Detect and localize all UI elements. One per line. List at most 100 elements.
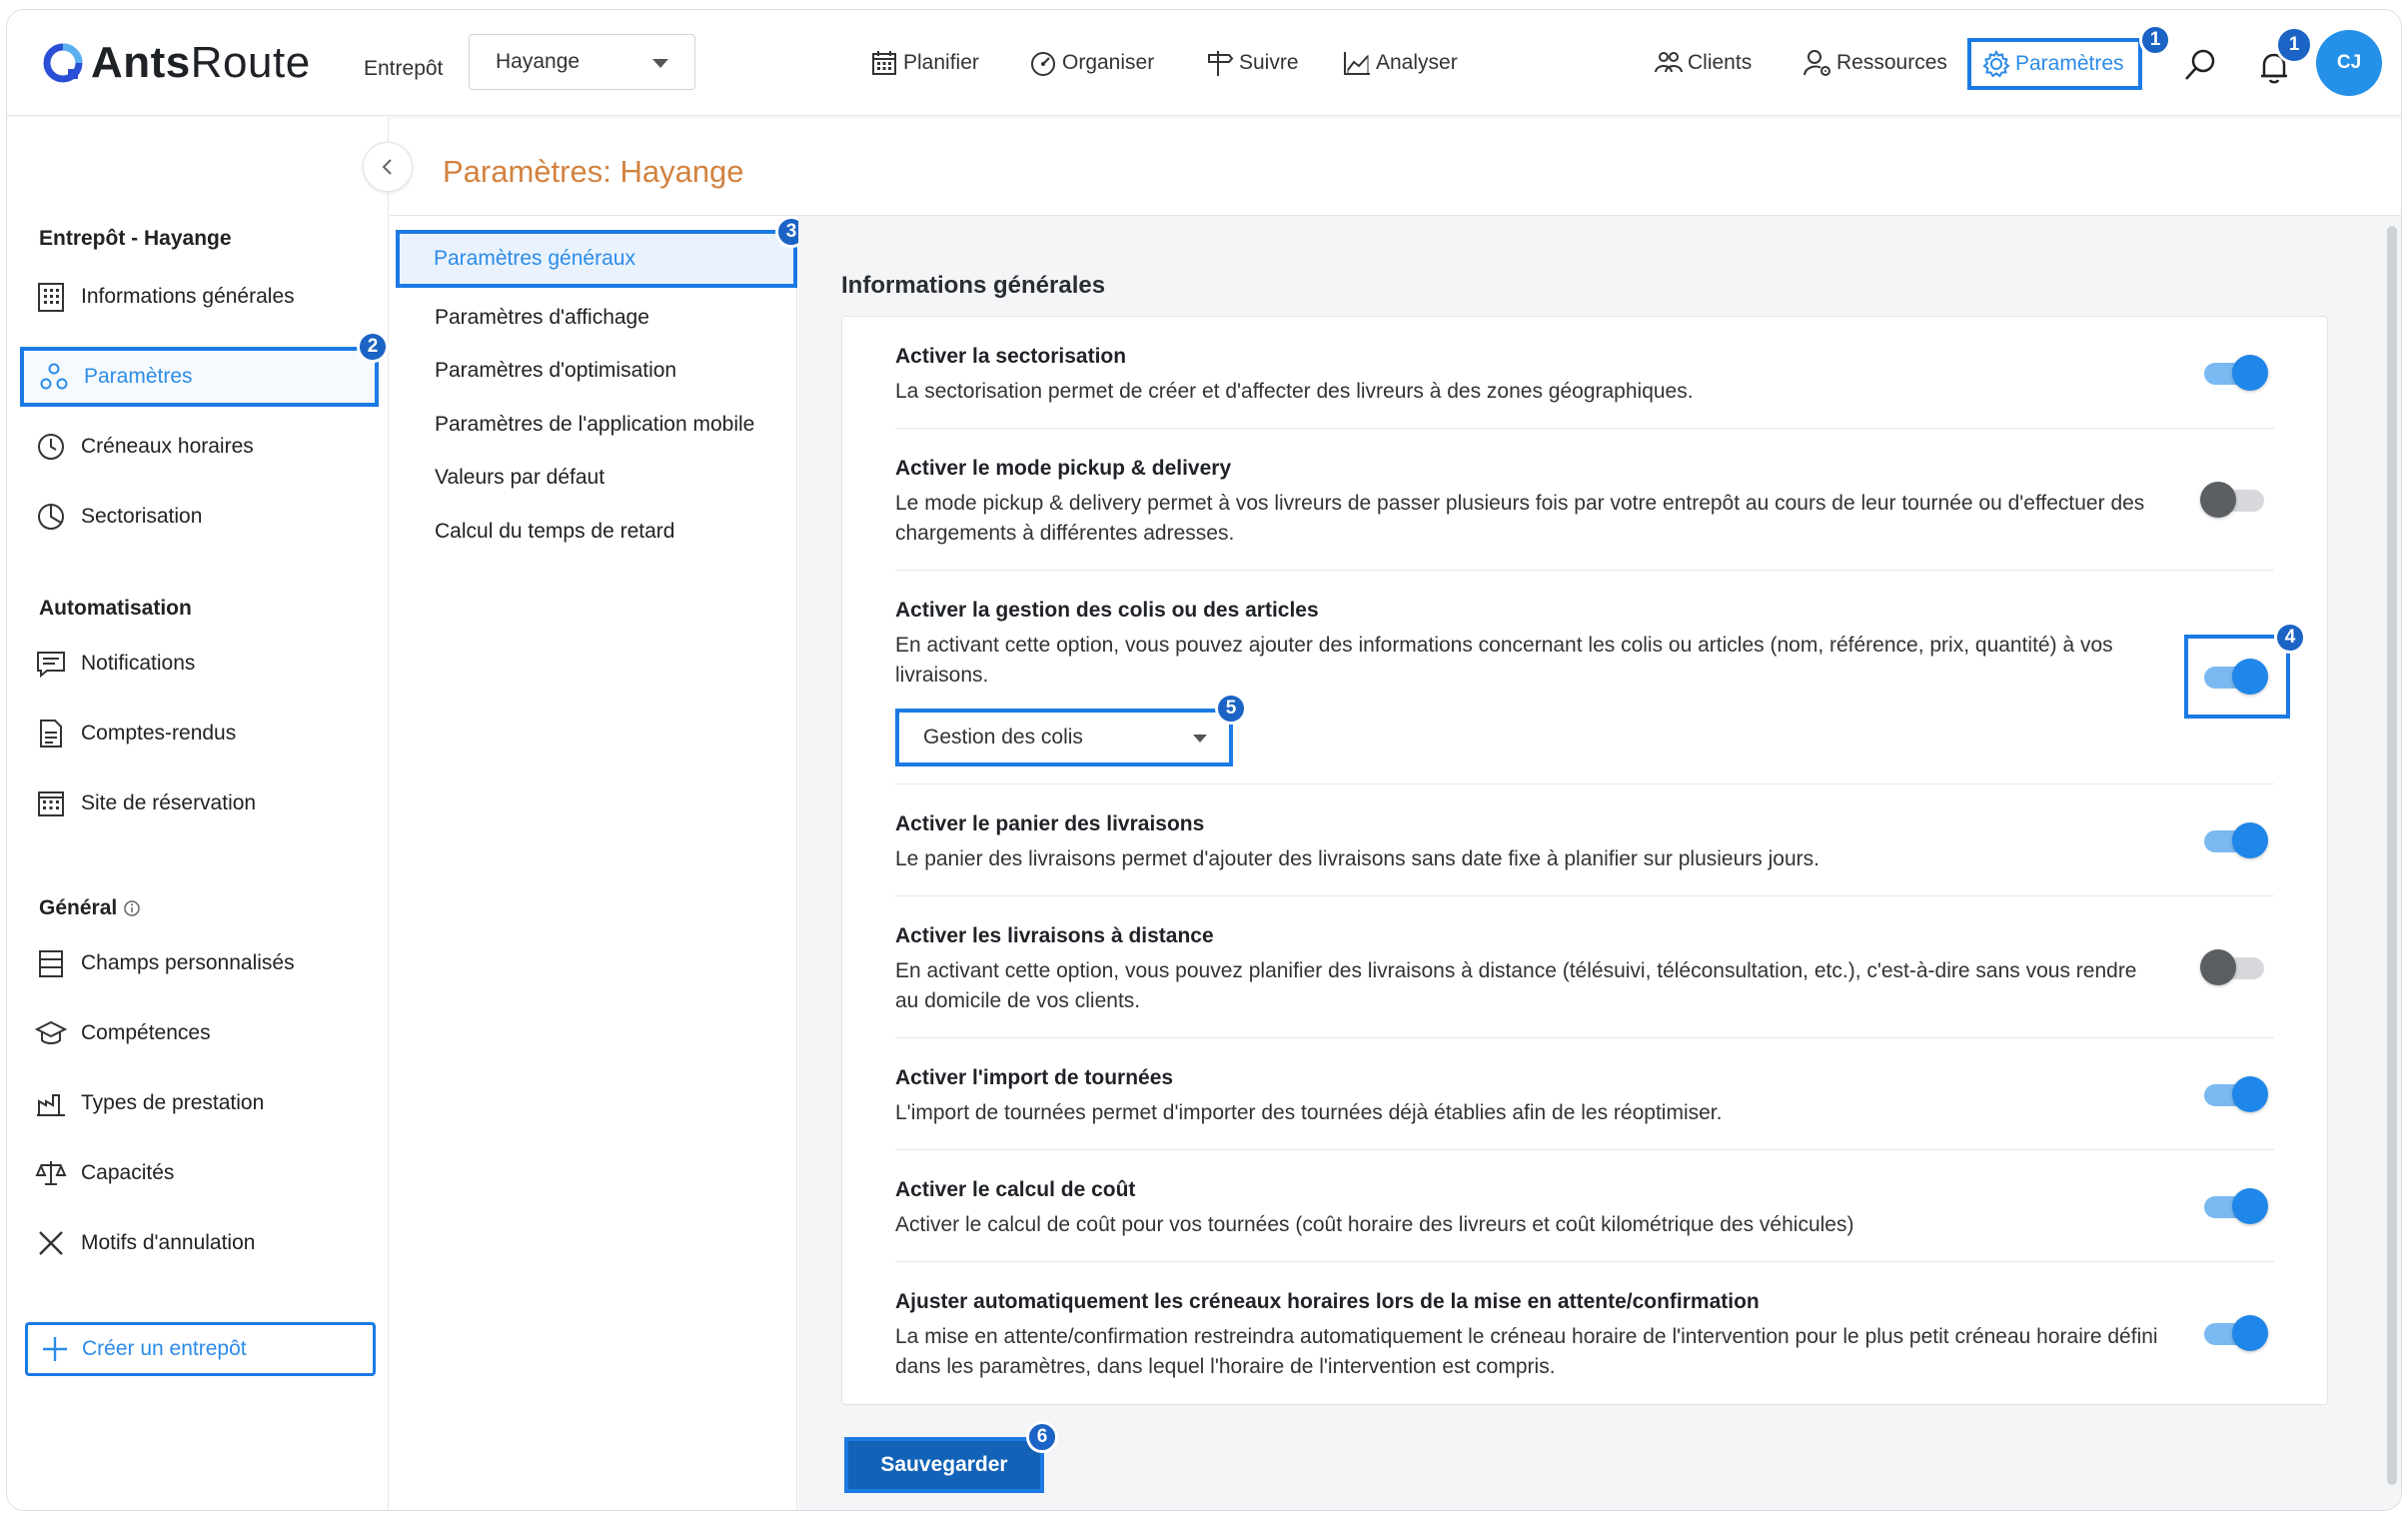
warehouse-label: Entrepôt (364, 57, 444, 80)
subnav-parametres-optimisation[interactable]: Paramètres d'optimisation (435, 359, 676, 383)
gear-icon (1982, 49, 2010, 78)
setting-row-panier-livraisons: Activer le panier des livraisons Le pani… (895, 812, 2274, 874)
scrollbar[interactable] (2387, 226, 2397, 1485)
setting-description: En activant cette option, vous pouvez pl… (895, 959, 2137, 1012)
setting-row-import-tournees: Activer l'import de tournées L'import de… (895, 1066, 2274, 1128)
divider (895, 428, 2274, 429)
subnav-parametres-affichage[interactable]: Paramètres d'affichage (435, 306, 649, 330)
clock-icon (38, 434, 64, 460)
toggle-sectorisation[interactable] (2204, 355, 2268, 391)
toggle-panier-livraisons[interactable] (2204, 822, 2268, 858)
parcel-mode-select[interactable]: Gestion des colis (895, 709, 1233, 766)
toggle-livraisons-distance[interactable] (2200, 949, 2264, 985)
sidebar-item-label: Informations générales (81, 285, 295, 308)
search-icon[interactable] (2183, 48, 2217, 82)
divider (895, 1149, 2274, 1150)
nav-planifier[interactable]: Planifier (869, 46, 979, 80)
sidebar-item-motifs-dannulation[interactable]: Motifs d'annulation (35, 1223, 255, 1263)
subnav-calcul-temps-retard[interactable]: Calcul du temps de retard (435, 520, 674, 544)
subnav-parametres-generaux[interactable]: Paramètres généraux (396, 230, 797, 288)
parcel-mode-value: Gestion des colis (923, 726, 1083, 749)
toggle-import-tournees[interactable] (2204, 1076, 2268, 1112)
setting-row-livraisons-distance: Activer les livraisons à distance En act… (895, 924, 2274, 1016)
subnav-parametres-application-mobile[interactable]: Paramètres de l'application mobile (435, 413, 754, 437)
nav-label: Planifier (903, 51, 979, 74)
annotation-badge-2: 2 (357, 331, 389, 363)
scale-icon (35, 1161, 67, 1185)
settings-subnav: Paramètres généraux 3 Paramètres d'affic… (390, 216, 807, 1510)
sidebar-item-competences[interactable]: Compétences (35, 1013, 211, 1053)
avatar[interactable]: CJ (2316, 30, 2382, 96)
setting-title: Activer le mode pickup & delivery (895, 457, 1232, 480)
create-warehouse-label: Créer un entrepôt (82, 1337, 247, 1360)
toggle-gestion-colis[interactable] (2204, 659, 2268, 695)
annotation-badge-5: 5 (1215, 693, 1247, 725)
nav-parametres[interactable]: Paramètres (1967, 38, 2142, 90)
sidebar-item-label: Paramètres (84, 365, 193, 388)
toggle-pickup-delivery[interactable] (2200, 482, 2264, 518)
setting-description: La sectorisation permet de créer et d'af… (895, 380, 1694, 403)
create-warehouse-button[interactable]: Créer un entrepôt (25, 1322, 376, 1376)
logo[interactable]: AntsRoute (41, 38, 311, 88)
setting-title: Activer les livraisons à distance (895, 924, 1214, 947)
sidebar-item-parametres[interactable]: Paramètres (20, 347, 379, 407)
toggle-knob (2232, 355, 2268, 391)
sidebar-section-general-label: Général (39, 896, 118, 919)
sidebar-item-label: Site de réservation (81, 791, 257, 814)
setting-row-gestion-colis: Activer la gestion des colis ou des arti… (895, 599, 2274, 691)
setting-description: Le mode pickup & delivery permet à vos l… (895, 492, 2145, 545)
message-icon (37, 652, 65, 679)
setting-description: Activer le calcul de coût pour vos tourn… (895, 1213, 1854, 1236)
setting-row-ajuster-creneaux: Ajuster automatiquement les créneaux hor… (895, 1290, 2274, 1382)
info-icon[interactable] (123, 899, 141, 917)
toggle-ajuster-creneaux[interactable] (2204, 1315, 2268, 1351)
toggle-calcul-cout[interactable] (2204, 1188, 2268, 1224)
chevron-left-icon (382, 159, 392, 175)
setting-title: Activer la sectorisation (895, 345, 1127, 368)
sidebar-item-comptes-rendus[interactable]: Comptes-rendus (35, 714, 236, 754)
sidebar-item-label: Champs personnalisés (81, 951, 295, 974)
nav-organiser[interactable]: Organiser (1028, 46, 1154, 80)
nav-analyser[interactable]: Analyser (1342, 46, 1458, 80)
setting-description: En activant cette option, vous pouvez aj… (895, 634, 2113, 687)
toggle-knob (2200, 482, 2236, 518)
sidebar-item-creneaux-horaires[interactable]: Créneaux horaires (35, 427, 254, 467)
setting-title: Activer la gestion des colis ou des arti… (895, 599, 1319, 622)
nav-clients[interactable]: Clients (1654, 46, 1752, 80)
signpost-icon (1208, 51, 1234, 76)
x-icon (39, 1231, 63, 1255)
nav-ressources[interactable]: Ressources (1803, 46, 1947, 80)
settings-nodes-icon (40, 363, 68, 390)
setting-row-sectorisation: Activer la sectorisation La sectorisatio… (895, 345, 2274, 407)
save-button[interactable]: Sauvegarder (844, 1437, 1044, 1493)
sidebar-item-label: Types de prestation (81, 1091, 265, 1114)
sidebar-item-types-de-prestation[interactable]: Types de prestation (35, 1083, 264, 1123)
sidebar-item-sectorisation[interactable]: Sectorisation (35, 497, 202, 537)
notification-count-badge: 1 (2275, 26, 2313, 64)
collapse-sidebar-button[interactable] (363, 142, 413, 192)
warehouse-select[interactable]: Hayange (469, 34, 695, 90)
subnav-valeurs-par-defaut[interactable]: Valeurs par défaut (435, 466, 604, 490)
warehouse-select-value: Hayange (496, 50, 581, 73)
sidebar-section-warehouse: Entrepôt - Hayange (39, 227, 232, 250)
sidebar-item-champs-personnalises[interactable]: Champs personnalisés (35, 943, 295, 983)
toggle-knob (2232, 1076, 2268, 1112)
sidebar-item-site-de-reservation[interactable]: Site de réservation (35, 783, 256, 823)
section-title: Informations générales (841, 272, 1106, 299)
sidebar-item-informations-generales[interactable]: Informations générales (35, 277, 295, 317)
nav-label: Paramètres (2015, 52, 2124, 75)
setting-row-pickup-delivery: Activer le mode pickup & delivery Le mod… (895, 457, 2274, 549)
divider (895, 1261, 2274, 1262)
setting-description: Le panier des livraisons permet d'ajoute… (895, 847, 1819, 870)
gauge-icon (1031, 52, 1055, 76)
sidebar-item-capacites[interactable]: Capacités (35, 1153, 174, 1193)
sidebar-item-notifications[interactable]: Notifications (35, 644, 195, 684)
sidebar: Entrepôt - Hayange Informations générale… (7, 117, 389, 1510)
calendar-grid-icon (38, 791, 64, 816)
document-icon (40, 720, 62, 748)
nav-suivre[interactable]: Suivre (1205, 46, 1299, 80)
annotation-badge-6: 6 (1026, 1421, 1058, 1453)
divider (895, 570, 2274, 571)
setting-description: L'import de tournées permet d'importer d… (895, 1101, 1723, 1124)
building-icon (38, 283, 64, 312)
